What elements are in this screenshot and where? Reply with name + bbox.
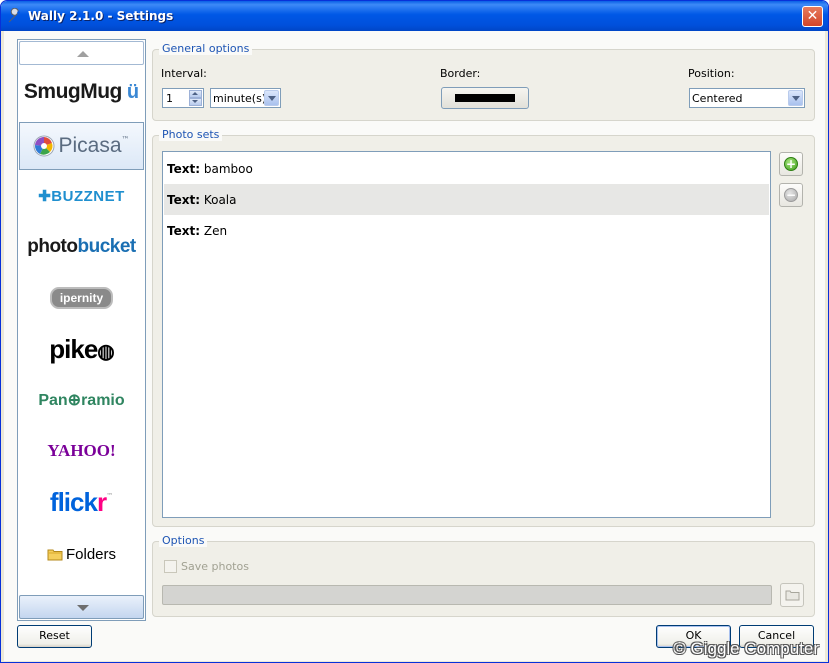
- scroll-up-button[interactable]: [19, 41, 144, 65]
- list-item-value: Zen: [203, 224, 228, 238]
- border-color-swatch: [455, 94, 515, 102]
- service-folders[interactable]: Folders: [19, 530, 144, 578]
- pikeo-text: pike: [49, 333, 98, 364]
- service-photobucket[interactable]: photobucket: [19, 223, 144, 271]
- plus-icon: +: [784, 157, 798, 171]
- photo-sets-list[interactable]: Text: bamboo Text: Koala Text: Zen: [162, 151, 771, 518]
- list-item[interactable]: Text: Koala: [164, 184, 769, 215]
- yahoo-logo: YAHOO!: [47, 441, 116, 460]
- save-path-field[interactable]: [162, 585, 772, 605]
- panoramio-text-1: Pan: [38, 392, 68, 409]
- spin-up-button[interactable]: [189, 90, 202, 98]
- general-options-label: General options: [159, 42, 253, 55]
- picasa-trademark: ™: [121, 135, 130, 144]
- list-item[interactable]: Text: bamboo: [164, 153, 769, 184]
- panoramio-text-2: ramio: [81, 392, 125, 409]
- wrench-icon: [8, 8, 20, 23]
- service-yahoo[interactable]: YAHOO!: [19, 427, 144, 475]
- position-dropdown-button[interactable]: [788, 90, 803, 106]
- photobucket-text-2: bucket: [77, 236, 137, 257]
- service-sidebar: SmugMug ü Picasa ™ ✚BUZZNET photobucket …: [17, 39, 146, 621]
- interval-unit-select[interactable]: minute(s): [210, 88, 281, 108]
- list-item-value: Koala: [203, 193, 237, 207]
- smugmug-smile-icon: ü: [126, 80, 140, 103]
- position-label: Position:: [688, 67, 735, 80]
- service-pikeo[interactable]: pike◍: [19, 325, 144, 373]
- arrow-down-icon: [77, 605, 89, 611]
- save-photos-checkbox[interactable]: [164, 560, 177, 573]
- list-item[interactable]: Text: Zen: [164, 215, 769, 246]
- flickr-trademark: ™: [106, 492, 114, 500]
- window-title: Wally 2.1.0 - Settings: [28, 9, 174, 23]
- border-label: Border:: [440, 67, 481, 80]
- close-button[interactable]: ✕: [802, 6, 823, 27]
- save-photos-label: Save photos: [181, 560, 249, 573]
- reset-button[interactable]: Reset: [17, 625, 92, 648]
- add-photo-set-button[interactable]: +: [779, 152, 803, 176]
- list-item-prefix: Text:: [167, 224, 201, 238]
- chevron-down-icon: [268, 96, 276, 101]
- service-picasa[interactable]: Picasa ™: [19, 122, 144, 170]
- interval-spinner[interactable]: 1: [162, 88, 204, 108]
- service-flickr[interactable]: flickr ™: [19, 478, 144, 526]
- service-panoramio[interactable]: Pan⊕ramio: [19, 376, 144, 424]
- buzznet-logo: ✚BUZZNET: [38, 188, 125, 205]
- interval-unit-value: minute(s): [213, 92, 267, 105]
- chevron-down-icon: [792, 96, 800, 101]
- general-options-group: General options Interval: 1 minute(s) Bo…: [152, 42, 815, 121]
- client-area: SmugMug ü Picasa ™ ✚BUZZNET photobucket …: [4, 31, 825, 661]
- arrow-up-icon: [77, 51, 89, 57]
- interval-value: 1: [166, 92, 173, 105]
- watermark: © Giggle Computer: [673, 639, 819, 658]
- spin-down-icon: [192, 100, 198, 103]
- options-label: Options: [159, 534, 208, 547]
- spin-down-button[interactable]: [189, 98, 202, 106]
- flickr-text-1: flick: [49, 486, 98, 517]
- options-group: Options: [152, 534, 815, 617]
- photo-sets-label: Photo sets: [159, 128, 223, 141]
- picasa-logo-icon: [33, 135, 55, 157]
- picasa-logo-text: Picasa: [58, 134, 122, 157]
- service-smugmug[interactable]: SmugMug ü: [19, 68, 144, 116]
- folders-label: Folders: [65, 545, 117, 563]
- position-value: Centered: [692, 92, 743, 105]
- photobucket-text-1: photo: [27, 236, 78, 257]
- smugmug-logo: SmugMug: [23, 80, 122, 103]
- position-select[interactable]: Centered: [689, 88, 805, 108]
- spinner-buttons: [189, 90, 202, 106]
- pikeo-logo: pike◍: [49, 333, 115, 365]
- spin-up-icon: [192, 92, 198, 95]
- flickr-text-2: r: [96, 486, 107, 517]
- folders-item: Folders: [47, 546, 116, 563]
- list-item-prefix: Text:: [167, 193, 201, 207]
- list-item-prefix: Text:: [167, 162, 201, 176]
- ipernity-logo: ipernity: [49, 287, 114, 309]
- panoramio-o-icon: ⊕: [67, 392, 82, 409]
- settings-window: Wally 2.1.0 - Settings ✕ SmugMug ü Picas…: [0, 0, 829, 663]
- folder-icon: [47, 549, 63, 560]
- remove-photo-set-button[interactable]: −: [779, 183, 803, 207]
- interval-label: Interval:: [161, 67, 207, 80]
- flickr-logo: flickr: [49, 486, 107, 518]
- service-buzznet[interactable]: ✚BUZZNET: [19, 172, 144, 220]
- browse-folder-button[interactable]: [780, 583, 804, 607]
- photobucket-logo: photobucket: [27, 236, 136, 258]
- border-color-button[interactable]: [441, 87, 529, 109]
- scroll-down-button[interactable]: [19, 595, 144, 619]
- minus-icon: −: [784, 188, 798, 202]
- panoramio-logo: Pan⊕ramio: [38, 390, 124, 410]
- folder-icon: [785, 590, 800, 601]
- interval-unit-dropdown-button[interactable]: [264, 90, 279, 106]
- pikeo-ball-icon: ◍: [97, 340, 114, 363]
- list-item-value: bamboo: [203, 162, 253, 176]
- service-ipernity[interactable]: ipernity: [19, 274, 144, 322]
- title-bar[interactable]: Wally 2.1.0 - Settings ✕: [1, 1, 828, 31]
